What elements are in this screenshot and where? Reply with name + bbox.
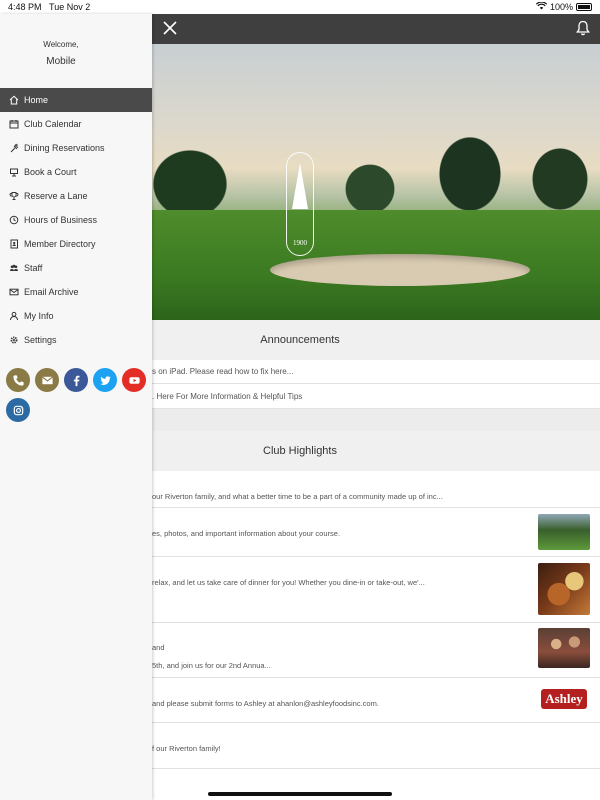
bell-icon[interactable] <box>576 20 592 38</box>
home-icon <box>9 95 19 105</box>
status-time: 4:48 PM Tue Nov 2 <box>8 2 91 12</box>
facebook-icon[interactable] <box>64 368 88 392</box>
menu-item-reserve-a-lane[interactable]: Reserve a Lane <box>0 184 152 208</box>
logo-year: 1900 <box>293 239 307 247</box>
highlight-thumbnail <box>538 563 590 615</box>
menu-item-hours-of-business[interactable]: Hours of Business <box>0 208 152 232</box>
highlight-text: and <box>152 643 165 652</box>
highlight-text: 5th, and join us for our 2nd Annua... <box>152 661 271 670</box>
menu-item-label: Settings <box>24 335 57 345</box>
users-icon <box>9 263 19 273</box>
close-icon[interactable] <box>160 18 180 38</box>
clock-icon <box>9 215 19 225</box>
highlight-text: f our Riverton family! <box>152 744 221 753</box>
instagram-icon[interactable] <box>6 398 30 422</box>
menu-item-email-archive[interactable]: Email Archive <box>0 280 152 304</box>
side-drawer: Welcome, Mobile Home Club Calendar Dinin… <box>0 14 152 800</box>
highlight-text: and please submit forms to Ashley at aha… <box>152 699 379 708</box>
home-indicator[interactable] <box>208 792 392 796</box>
menu-item-staff[interactable]: Staff <box>0 256 152 280</box>
utensils-icon <box>9 143 19 153</box>
menu-item-label: Member Directory <box>24 239 96 249</box>
battery-icon <box>576 3 592 11</box>
menu-item-book-a-court[interactable]: Book a Court <box>0 160 152 184</box>
highlight-thumbnail <box>538 628 590 668</box>
menu-item-member-directory[interactable]: Member Directory <box>0 232 152 256</box>
menu-item-home[interactable]: Home <box>0 88 152 112</box>
ashley-logo: Ashley <box>541 689 587 709</box>
menu-item-label: Staff <box>24 263 43 273</box>
menu-item-label: Club Calendar <box>24 119 82 129</box>
menu-item-label: Hours of Business <box>24 215 98 225</box>
menu-item-label: Email Archive <box>24 287 79 297</box>
youtube-icon[interactable] <box>122 368 146 392</box>
trophy-icon <box>9 191 19 201</box>
court-icon <box>9 167 19 177</box>
email-icon[interactable] <box>35 368 59 392</box>
phone-icon[interactable] <box>6 368 30 392</box>
tree-icon <box>292 163 308 209</box>
calendar-icon <box>9 119 19 129</box>
menu-item-label: Home <box>24 95 49 105</box>
menu-item-label: My Info <box>24 311 54 321</box>
menu-item-label: Book a Court <box>24 167 77 177</box>
menu-item-settings[interactable]: Settings <box>0 328 152 352</box>
address-book-icon <box>9 239 19 249</box>
highlight-text: relax, and let us take care of dinner fo… <box>152 578 425 587</box>
highlight-thumbnail: Ashley <box>538 684 590 714</box>
menu-item-my-info[interactable]: My Info <box>0 304 152 328</box>
username-label: Mobile <box>46 56 76 67</box>
gear-icon <box>9 335 19 345</box>
drawer-menu: Home Club Calendar Dining Reservations B… <box>0 88 152 352</box>
battery-percent: 100% <box>549 2 573 12</box>
status-date: Tue Nov 2 <box>49 2 91 12</box>
highlight-text: our Riverton family, and what a better t… <box>152 492 443 501</box>
wifi-icon <box>535 1 548 12</box>
menu-item-label: Dining Reservations <box>24 143 105 153</box>
user-icon <box>9 311 19 321</box>
highlight-text: es, photos, and important information ab… <box>152 529 341 538</box>
envelope-icon <box>9 287 19 297</box>
menu-item-label: Reserve a Lane <box>24 191 88 201</box>
menu-item-dining-reservations[interactable]: Dining Reservations <box>0 136 152 160</box>
sand-bunker <box>270 254 530 286</box>
twitter-icon[interactable] <box>93 368 117 392</box>
menu-item-club-calendar[interactable]: Club Calendar <box>0 112 152 136</box>
club-logo: 1900 <box>286 152 314 256</box>
highlight-thumbnail <box>538 514 590 550</box>
welcome-label: Welcome, <box>43 40 79 49</box>
status-bar: 4:48 PM Tue Nov 2 100% <box>0 0 600 14</box>
